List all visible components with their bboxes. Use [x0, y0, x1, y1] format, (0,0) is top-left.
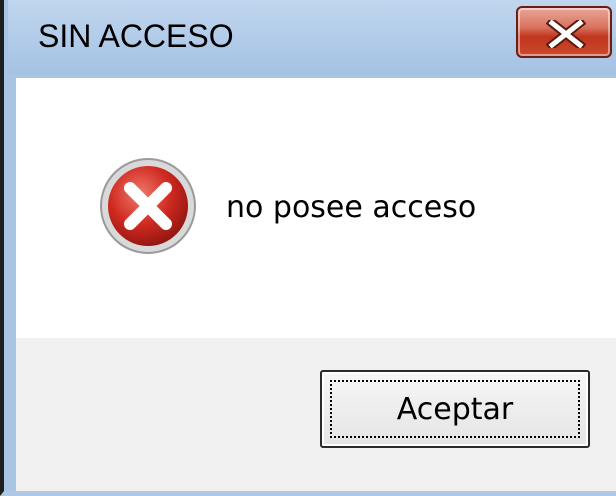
- message-area: no posee acceso: [16, 78, 616, 338]
- dialog-title: SIN ACCESO: [38, 18, 234, 54]
- error-icon: [100, 158, 196, 254]
- close-x-icon: [546, 20, 586, 48]
- close-button[interactable]: [516, 6, 612, 58]
- title-bar[interactable]: SIN ACCESO: [8, 0, 616, 74]
- message-dialog: SIN ACCESO no posee acceso Aceptar: [0, 0, 616, 496]
- dialog-body: no posee acceso Aceptar: [16, 78, 616, 491]
- message-text: no posee acceso: [226, 190, 477, 225]
- accept-button[interactable]: Aceptar: [320, 370, 590, 448]
- accept-button-label: Aceptar: [396, 392, 514, 427]
